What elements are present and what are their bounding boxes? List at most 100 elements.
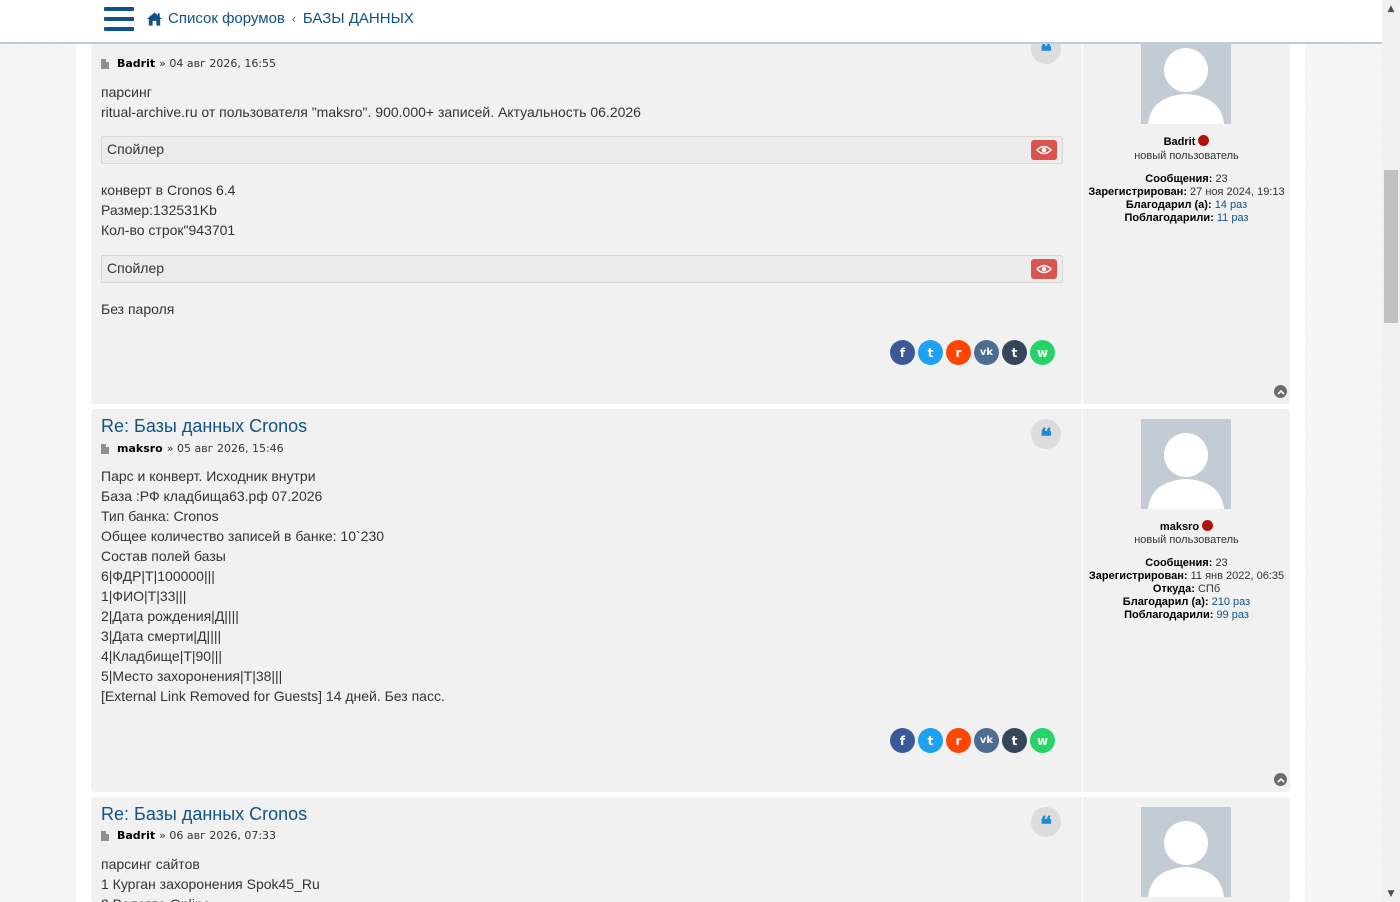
breadcrumb-databases[interactable]: БАЗЫ ДАННЫХ bbox=[303, 10, 414, 27]
post-3: Re: Базы данных Cronos Badrit » 06 авг 2… bbox=[91, 797, 1290, 902]
post-meta: Badrit » 06 авг 2026, 07:33 bbox=[101, 829, 276, 842]
post-date: » 04 авг 2026, 16:55 bbox=[159, 57, 277, 70]
post-date: » 06 авг 2026, 07:33 bbox=[159, 829, 277, 842]
author-profile bbox=[1082, 797, 1290, 902]
quote-icon: ❝ bbox=[1040, 812, 1052, 838]
post-meta: maksro » 05 авг 2026, 15:46 bbox=[101, 442, 284, 455]
reddit-share-icon[interactable]: r bbox=[946, 340, 971, 365]
share-buttons: f t r vk t w bbox=[890, 728, 1055, 753]
author-profile: maksro новый пользователь Сообщения: 23 … bbox=[1082, 409, 1290, 792]
post-date: » 05 авг 2026, 15:46 bbox=[166, 442, 284, 455]
scroll-down-arrow-icon[interactable]: ▼ bbox=[1382, 885, 1400, 902]
content-line: 1 Курган захоронения Spok45_Ru bbox=[101, 876, 320, 892]
post-meta: Badrit » 04 авг 2026, 16:55 bbox=[101, 57, 276, 70]
spoiler-label: Спойлер bbox=[107, 260, 165, 276]
post-title[interactable]: Re: Базы данных Cronos bbox=[101, 416, 307, 437]
whatsapp-share-icon[interactable]: w bbox=[1030, 340, 1055, 365]
post-icon[interactable] bbox=[101, 830, 109, 841]
content-line: парсинг bbox=[101, 84, 152, 100]
offline-status-icon bbox=[1198, 135, 1210, 146]
registered-date: 11 янв 2022, 06:35 bbox=[1190, 570, 1285, 582]
content-line: Кол-во строк"943701 bbox=[101, 222, 236, 238]
location: СПб bbox=[1197, 583, 1221, 595]
twitter-share-icon[interactable]: t bbox=[918, 340, 943, 365]
avatar[interactable] bbox=[1141, 807, 1231, 897]
vk-share-icon[interactable]: vk bbox=[974, 340, 999, 365]
tumblr-share-icon[interactable]: t bbox=[1002, 340, 1027, 365]
eye-icon bbox=[1036, 145, 1052, 155]
author-profile: Badrit новый пользователь Сообщения: 23 … bbox=[1082, 34, 1290, 404]
post-1: Badrit » 04 авг 2026, 16:55 ❝ парсинг ri… bbox=[91, 34, 1290, 404]
tumblr-share-icon[interactable]: t bbox=[1002, 728, 1027, 753]
breadcrumb-forum-list[interactable]: Список форумов bbox=[168, 10, 285, 27]
post-2: Re: Базы данных Cronos maksro » 05 авг 2… bbox=[91, 409, 1290, 792]
content-line: 2|Дата рождения|Д|||| bbox=[101, 608, 239, 624]
content-line: Парс и конверт. Исходник внутри bbox=[101, 468, 316, 484]
share-buttons: f t r vk t w bbox=[890, 340, 1055, 365]
thanked-link[interactable]: 210 раз bbox=[1212, 596, 1251, 608]
content-line: Размер:132531Kb bbox=[101, 202, 217, 218]
post-author[interactable]: maksro bbox=[117, 442, 163, 455]
vertical-scrollbar[interactable]: ▲ ▼ bbox=[1382, 0, 1400, 902]
avatar[interactable] bbox=[1141, 419, 1231, 509]
content-line: ritual-archive.ru от пользователя "maksr… bbox=[101, 104, 641, 120]
spoiler-toggle-button[interactable] bbox=[1031, 140, 1057, 160]
content-line: 5|Место захоронения|Т|38||| bbox=[101, 668, 283, 684]
hamburger-menu-icon[interactable] bbox=[104, 7, 134, 31]
breadcrumb-separator-icon: ‹ bbox=[291, 11, 296, 26]
facebook-share-icon[interactable]: f bbox=[890, 340, 915, 365]
content-line: База :РФ кладбища63.рф 07.2026 bbox=[101, 488, 323, 504]
messages-count: 23 bbox=[1215, 557, 1228, 569]
content-line: парсинг сайтов bbox=[101, 856, 200, 872]
scroll-up-arrow-icon[interactable]: ▲ bbox=[1382, 0, 1400, 17]
profile-username[interactable]: Badrit bbox=[1083, 135, 1290, 148]
eye-icon bbox=[1036, 264, 1052, 274]
facebook-share-icon[interactable]: f bbox=[890, 728, 915, 753]
whatsapp-share-icon[interactable]: w bbox=[1030, 728, 1055, 753]
quote-icon: ❝ bbox=[1040, 424, 1052, 450]
content-line: Тип банка: Cronos bbox=[101, 508, 219, 524]
post-content: парсинг ritual-archive.ru от пользовател… bbox=[101, 82, 641, 122]
post-icon[interactable] bbox=[101, 58, 109, 69]
vk-share-icon[interactable]: vk bbox=[974, 728, 999, 753]
default-avatar-icon bbox=[1148, 821, 1224, 897]
content-line: Состав полей базы bbox=[101, 548, 226, 564]
breadcrumb: Список форумов ‹ БАЗЫ ДАННЫХ bbox=[146, 10, 414, 27]
avatar[interactable] bbox=[1141, 34, 1231, 124]
spoiler-box: Спойлер bbox=[101, 136, 1063, 164]
profile-rank: новый пользователь bbox=[1134, 534, 1239, 546]
content-line: Без пароля bbox=[101, 301, 175, 317]
post-author[interactable]: Badrit bbox=[117, 829, 155, 842]
post-icon[interactable] bbox=[101, 443, 109, 454]
content-line: Общее количество записей в банке: 10`230 bbox=[101, 528, 385, 544]
offline-status-icon bbox=[1202, 520, 1214, 531]
was-thanked-link[interactable]: 11 раз bbox=[1217, 212, 1249, 224]
reddit-share-icon[interactable]: r bbox=[946, 728, 971, 753]
twitter-share-icon[interactable]: t bbox=[918, 728, 943, 753]
profile-stats: Сообщения: 23 Зарегистрирован: 11 янв 20… bbox=[1088, 557, 1285, 621]
registered-date: 27 ноя 2024, 19:13 bbox=[1190, 186, 1285, 198]
was-thanked-link[interactable]: 99 раз bbox=[1216, 609, 1248, 621]
profile-rank: новый пользователь bbox=[1134, 150, 1239, 162]
content-line: 6|ФДР|Т|100000||| bbox=[101, 568, 215, 584]
profile-username[interactable]: maksro bbox=[1083, 520, 1290, 533]
spoiler-label: Спойлер bbox=[107, 141, 165, 157]
quote-button[interactable]: ❝ bbox=[1031, 419, 1061, 449]
scrollbar-thumb[interactable] bbox=[1384, 170, 1398, 323]
post-title[interactable]: Re: Базы данных Cronos bbox=[101, 804, 307, 825]
quote-icon: ❝ bbox=[1040, 39, 1052, 65]
quote-button[interactable]: ❝ bbox=[1031, 807, 1061, 837]
home-icon[interactable] bbox=[146, 11, 163, 27]
post-content: конверт в Cronos 6.4 Размер:132531Kb Кол… bbox=[101, 180, 235, 240]
post-content: парсинг сайтов 1 Курган захоронения Spok… bbox=[101, 854, 320, 902]
content-line: конверт в Cronos 6.4 bbox=[101, 182, 236, 198]
thanked-link[interactable]: 14 раз bbox=[1215, 199, 1247, 211]
content-line: 2 Вологда Online bbox=[101, 894, 320, 902]
messages-count: 23 bbox=[1215, 173, 1228, 185]
profile-stats: Сообщения: 23 Зарегистрирован: 27 ноя 20… bbox=[1088, 173, 1285, 224]
post-author[interactable]: Badrit bbox=[117, 57, 155, 70]
content-line: [External Link Removed for Guests] 14 дн… bbox=[101, 688, 445, 704]
spoiler-toggle-button[interactable] bbox=[1031, 259, 1057, 279]
content-line: 4|Кладбище|Т|90||| bbox=[101, 648, 222, 664]
spoiler-box: Спойлер bbox=[101, 255, 1063, 283]
